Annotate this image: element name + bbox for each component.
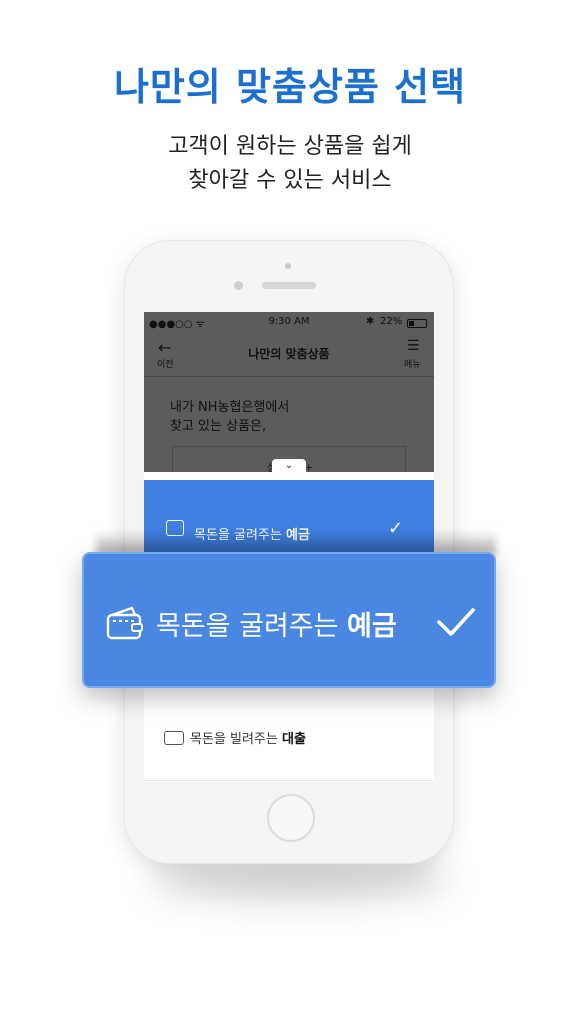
headline: 나만의 맞춤상품 선택 — [113, 65, 467, 109]
front-camera — [234, 281, 243, 290]
check-icon — [437, 608, 475, 636]
list-divider — [144, 780, 434, 781]
menu-icon[interactable]: ☰ — [407, 338, 420, 354]
wallet-icon — [106, 606, 143, 640]
loan-option[interactable]: 목돈을 빌려주는 대출 — [164, 728, 306, 747]
deposit-emphasis: 예금 — [347, 611, 397, 642]
phone-shadow — [150, 860, 450, 900]
home-button[interactable] — [267, 794, 315, 842]
dimmed-overlay: ●●●○○ ᯤ 9:30 AM ✱ 22% ← 이전 나만의 맞춤상품 ☰ 메뉴… — [144, 312, 434, 476]
nav-divider — [144, 376, 434, 377]
chevron-down-icon[interactable]: ⌄ — [272, 459, 306, 473]
loan-prefix: 목돈을 빌려주는 — [190, 732, 282, 747]
question-line-1: 내가 NH농협은행에서 — [170, 400, 290, 415]
deposit-option-label: 목돈을 굴려주는 예금 — [156, 604, 397, 643]
screen-title: 나만의 맞춤상품 — [248, 347, 330, 361]
briefcase-icon — [164, 731, 184, 745]
subline-2: 찾아갈 수 있는 서비스 — [188, 168, 392, 193]
battery-icon — [407, 319, 427, 328]
promo-page: 나만의 맞춤상품 선택 고객이 원하는 상품을 쉽게 찾아갈 수 있는 서비스 … — [0, 0, 580, 1015]
subline-1: 고객이 원하는 상품을 쉽게 — [168, 134, 412, 159]
camera-dot — [285, 263, 291, 269]
sheet-top — [144, 472, 434, 480]
loan-emphasis: 대출 — [282, 732, 306, 747]
status-bar: ●●●○○ ᯤ 9:30 AM ✱ 22% — [144, 316, 434, 330]
deposit-prefix: 목돈을 굴려주는 — [156, 611, 348, 642]
speaker-grille — [262, 282, 316, 289]
deposit-option-card[interactable]: 목돈을 굴려주는 예금 — [82, 552, 496, 688]
menu-label[interactable]: 메뉴 — [404, 357, 421, 370]
question-line-2: 찾고 있는 상품은, — [170, 419, 267, 434]
bluetooth-icon: ✱ — [366, 316, 375, 327]
battery-percent: 22% — [380, 316, 403, 327]
